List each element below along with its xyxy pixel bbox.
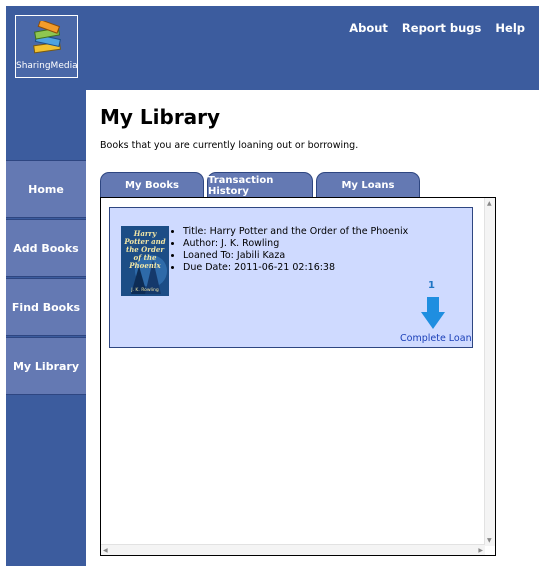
vertical-scrollbar[interactable]: ▲ ▼ [484,198,495,546]
about-link[interactable]: About [349,21,388,35]
page-title: My Library [100,105,221,129]
scroll-down-icon[interactable]: ▼ [487,537,492,544]
sidebar-item-home[interactable]: Home [6,160,86,218]
scroll-right-icon[interactable]: ▶ [478,547,483,554]
sidebar-item-add-books[interactable]: Add Books [6,219,86,277]
loan-card: Harry Potter and the Order of the Phoeni… [109,207,473,348]
scroll-left-icon[interactable]: ◀ [103,547,108,554]
horizontal-scrollbar[interactable]: ◀ ▶ [101,544,485,555]
page-subtitle: Books that you are currently loaning out… [100,140,359,151]
tab-bar: My Books Transaction History My Loans [100,172,420,198]
tab-label: My Books [125,180,179,191]
complete-loan-link[interactable]: Complete Loan [400,333,472,344]
books-logo-icon [33,21,61,54]
sidebar-item-label: My Library [12,359,80,373]
loan-counter: 1 [428,280,435,291]
loan-due-date: Due Date: 2011-06-21 02:16:38 [183,262,408,274]
logo-text: SharingMedia [16,61,78,71]
sidebar-item-label: Home [28,182,64,196]
tab-label: Transaction History [208,174,274,197]
loan-recipient: Loaned To: Jabili Kaza [183,250,408,262]
sidebar-item-find-books[interactable]: Find Books [6,278,86,336]
help-link[interactable]: Help [495,21,525,35]
tab-my-books[interactable]: My Books [100,172,204,198]
sidebar-item-label: Find Books [11,300,81,314]
scroll-up-icon[interactable]: ▲ [487,200,492,207]
tab-transaction-history[interactable]: Transaction History [207,172,313,198]
cover-title: Harry Potter and the Order of the Phoeni… [124,229,166,270]
down-arrow-icon[interactable] [421,297,445,329]
loan-author: Author: J. K. Rowling [183,238,408,250]
app-logo[interactable]: SharingMedia [15,15,78,78]
loan-title: Title: Harry Potter and the Order of the… [183,226,408,238]
sidebar: Home Add Books Find Books My Library [6,90,86,566]
tab-panel: Harry Potter and the Order of the Phoeni… [100,197,496,556]
sidebar-item-my-library[interactable]: My Library [6,337,86,395]
sidebar-item-label: Add Books [13,241,79,255]
main-content: My Library Books that you are currently … [86,90,539,566]
book-cover-image: Harry Potter and the Order of the Phoeni… [121,226,169,296]
report-bugs-link[interactable]: Report bugs [402,21,481,35]
cover-author: J. K. Rowling [131,288,159,293]
tab-my-loans[interactable]: My Loans [316,172,420,198]
tab-label: My Loans [341,180,395,191]
header-bar: SharingMedia About Report bugs Help [6,6,539,90]
top-nav: About Report bugs Help [349,21,525,35]
loan-details: Title: Harry Potter and the Order of the… [170,226,408,274]
